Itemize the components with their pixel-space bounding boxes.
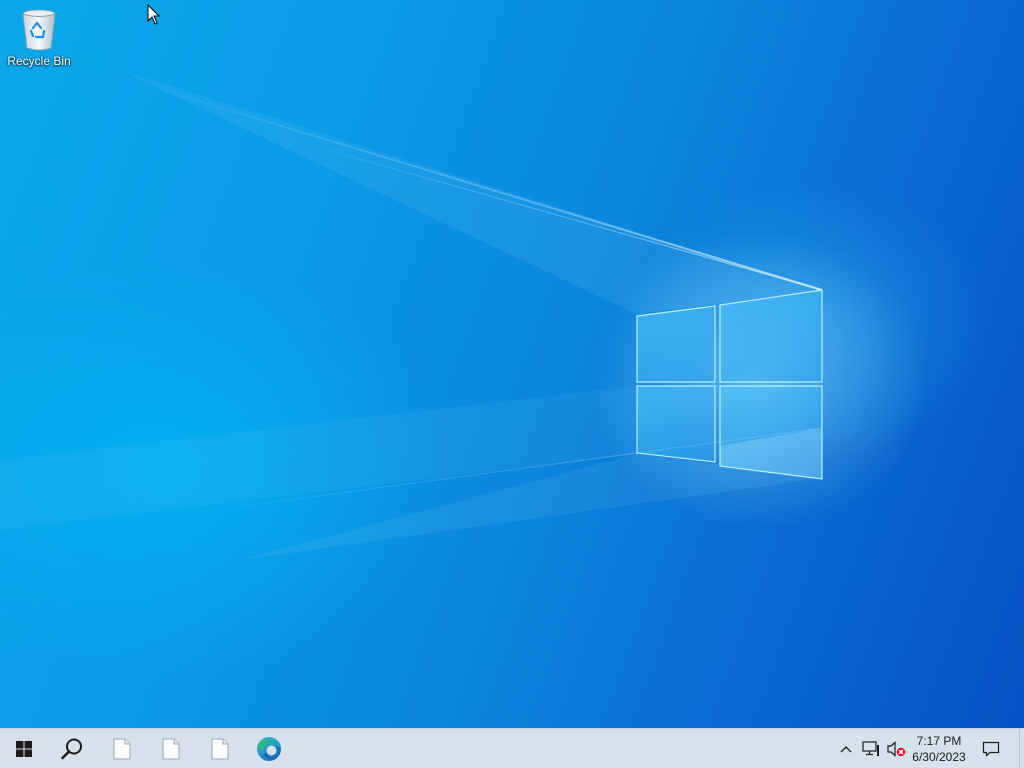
show-desktop-button[interactable] — [1019, 729, 1024, 768]
blank-file-icon — [113, 738, 131, 759]
wallpaper — [0, 70, 930, 560]
recycle-bin-icon — [22, 9, 56, 51]
search-icon — [61, 738, 82, 759]
start-button[interactable] — [0, 729, 48, 768]
edge-browser-icon — [257, 736, 281, 761]
taskbar-app-2[interactable] — [147, 729, 195, 768]
recycle-bin-shortcut[interactable]: Recycle Bin — [4, 6, 74, 76]
action-center-icon — [982, 741, 1000, 757]
blank-file-icon — [211, 738, 229, 759]
taskbar-app-1[interactable] — [98, 729, 146, 768]
clock-time: 7:17 PM — [916, 733, 962, 748]
taskbar-app-3[interactable] — [196, 729, 244, 768]
network-icon — [862, 740, 879, 756]
windows-logo-icon — [16, 740, 32, 757]
taskbar: 7:17 PM 6/30/2023 — [0, 728, 1024, 768]
clock-date: 6/30/2023 — [912, 749, 966, 764]
taskbar-edge-button[interactable] — [245, 729, 293, 768]
blank-file-icon — [162, 738, 180, 759]
search-button[interactable] — [48, 729, 96, 768]
desktop[interactable]: Recycle Bin — [0, 0, 1024, 728]
show-hidden-icons-button[interactable] — [836, 729, 856, 768]
mouse-cursor-icon — [147, 4, 161, 25]
chevron-up-icon — [840, 745, 852, 752]
network-button[interactable] — [859, 729, 883, 768]
action-center-button[interactable] — [978, 729, 1004, 768]
recycle-bin-label: Recycle Bin — [7, 54, 71, 68]
clock[interactable]: 7:17 PM 6/30/2023 — [902, 729, 976, 768]
